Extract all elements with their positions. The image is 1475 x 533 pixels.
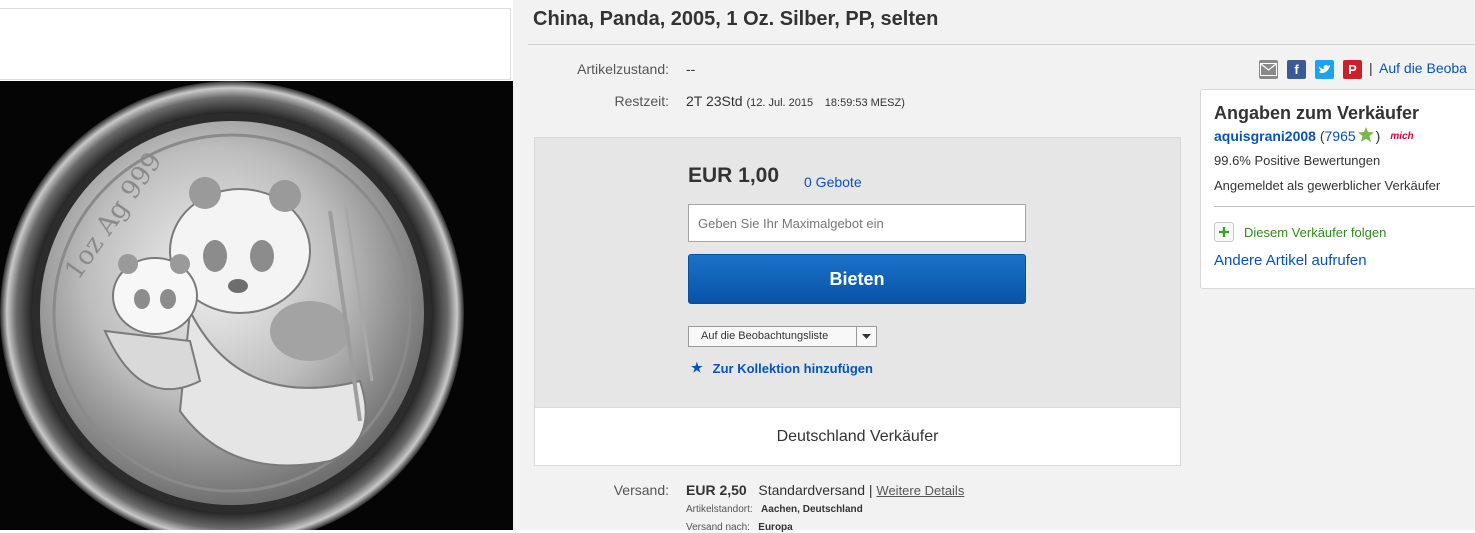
shipping-label: Versand:	[613, 482, 669, 498]
time-left-value: 2T 23Std (12. Jul. 2015 18:59:53 MESZ)	[686, 93, 905, 109]
share-bar: f P	[1259, 60, 1371, 79]
item-location-label: Artikelstandort:	[686, 504, 753, 515]
follow-seller-label: Diesem Verkäufer folgen	[1244, 224, 1387, 240]
seller-info-box: Angaben zum Verkäufer aquisgrani2008 ( 7…	[1200, 89, 1475, 289]
end-time: 18:59:53 MESZ)	[824, 97, 905, 109]
me-badge-icon[interactable]: mich	[1390, 131, 1413, 142]
seller-divider	[1214, 206, 1475, 207]
condition-value: --	[686, 61, 696, 77]
item-location-value: Aachen, Deutschland	[761, 504, 863, 515]
score-close: )	[1375, 128, 1381, 144]
star-icon: ★	[691, 360, 703, 375]
image-thumbnail-strip	[0, 8, 511, 80]
seller-username-link[interactable]: aquisgrani2008	[1214, 128, 1316, 144]
seller-name-row: aquisgrani2008 ( 7965 ) mich	[1214, 127, 1414, 145]
ships-to-value: Europa	[758, 522, 793, 533]
condition-label: Artikelzustand:	[577, 61, 669, 77]
time-left-duration: 2T 23Std	[686, 93, 743, 109]
listing-title: China, Panda, 2005, 1 Oz. Silber, PP, se…	[533, 8, 939, 30]
bid-box: EUR 1,00 0 Gebote Bieten Auf die Beobach…	[534, 137, 1181, 466]
plus-icon	[1214, 222, 1234, 242]
email-icon[interactable]	[1259, 60, 1278, 79]
silver-coin-image: 1oz Ag 999	[0, 81, 513, 530]
seller-location-text: Deutschland Verkäufer	[776, 427, 939, 445]
seller-heading: Angaben zum Verkäufer	[1214, 103, 1420, 123]
current-price: EUR 1,00	[688, 164, 780, 187]
add-to-collection-link[interactable]: ★ Zur Kollektion hinzufügen	[691, 360, 873, 376]
add-to-collection-label: Zur Kollektion hinzufügen	[712, 360, 873, 376]
shipping-details-link[interactable]: Weitere Details	[876, 483, 964, 498]
time-left-label: Restzeit:	[614, 93, 669, 109]
title-divider	[528, 44, 1475, 45]
seller-type: Angemeldet als gewerblicher Verkäufer	[1214, 178, 1441, 193]
seller-location-footer: Deutschland Verkäufer	[535, 407, 1180, 465]
bids-count-link[interactable]: 0 Gebote	[804, 174, 862, 190]
shipping-value: EUR 2,50 Standardversand | Weitere Detai…	[686, 482, 964, 498]
twitter-icon[interactable]	[1315, 60, 1334, 79]
feedback-star-icon	[1357, 127, 1374, 145]
place-bid-button[interactable]: Bieten	[688, 254, 1026, 304]
item-photo[interactable]: 1oz Ag 999	[0, 81, 513, 530]
add-to-watchlist-link[interactable]: Auf die Beoba	[1379, 60, 1467, 76]
end-date: (12. Jul. 2015	[746, 97, 814, 109]
feedback-score-link[interactable]: 7965	[1325, 128, 1356, 144]
positive-feedback: 99.6% Positive Bewertungen	[1214, 153, 1381, 168]
other-items-link[interactable]: Andere Artikel aufrufen	[1214, 252, 1367, 269]
ships-to: Versand nach: Europa	[686, 522, 793, 533]
item-location: Artikelstandort: Aachen, Deutschland	[686, 504, 863, 515]
shipping-method: Standardversand |	[758, 482, 873, 498]
follow-seller-link[interactable]: Diesem Verkäufer folgen	[1214, 222, 1386, 242]
watchlist-select[interactable]: Auf die Beobachtungsliste	[688, 326, 877, 347]
pinterest-icon[interactable]: P	[1343, 60, 1362, 79]
chevron-down-icon[interactable]	[856, 327, 876, 346]
ships-to-label: Versand nach:	[686, 522, 750, 533]
shipping-price: EUR 2,50	[686, 482, 747, 498]
max-bid-input[interactable]	[688, 204, 1026, 242]
watchlist-select-label: Auf die Beobachtungsliste	[701, 330, 829, 342]
share-separator: |	[1369, 60, 1373, 76]
facebook-icon[interactable]: f	[1287, 60, 1306, 79]
